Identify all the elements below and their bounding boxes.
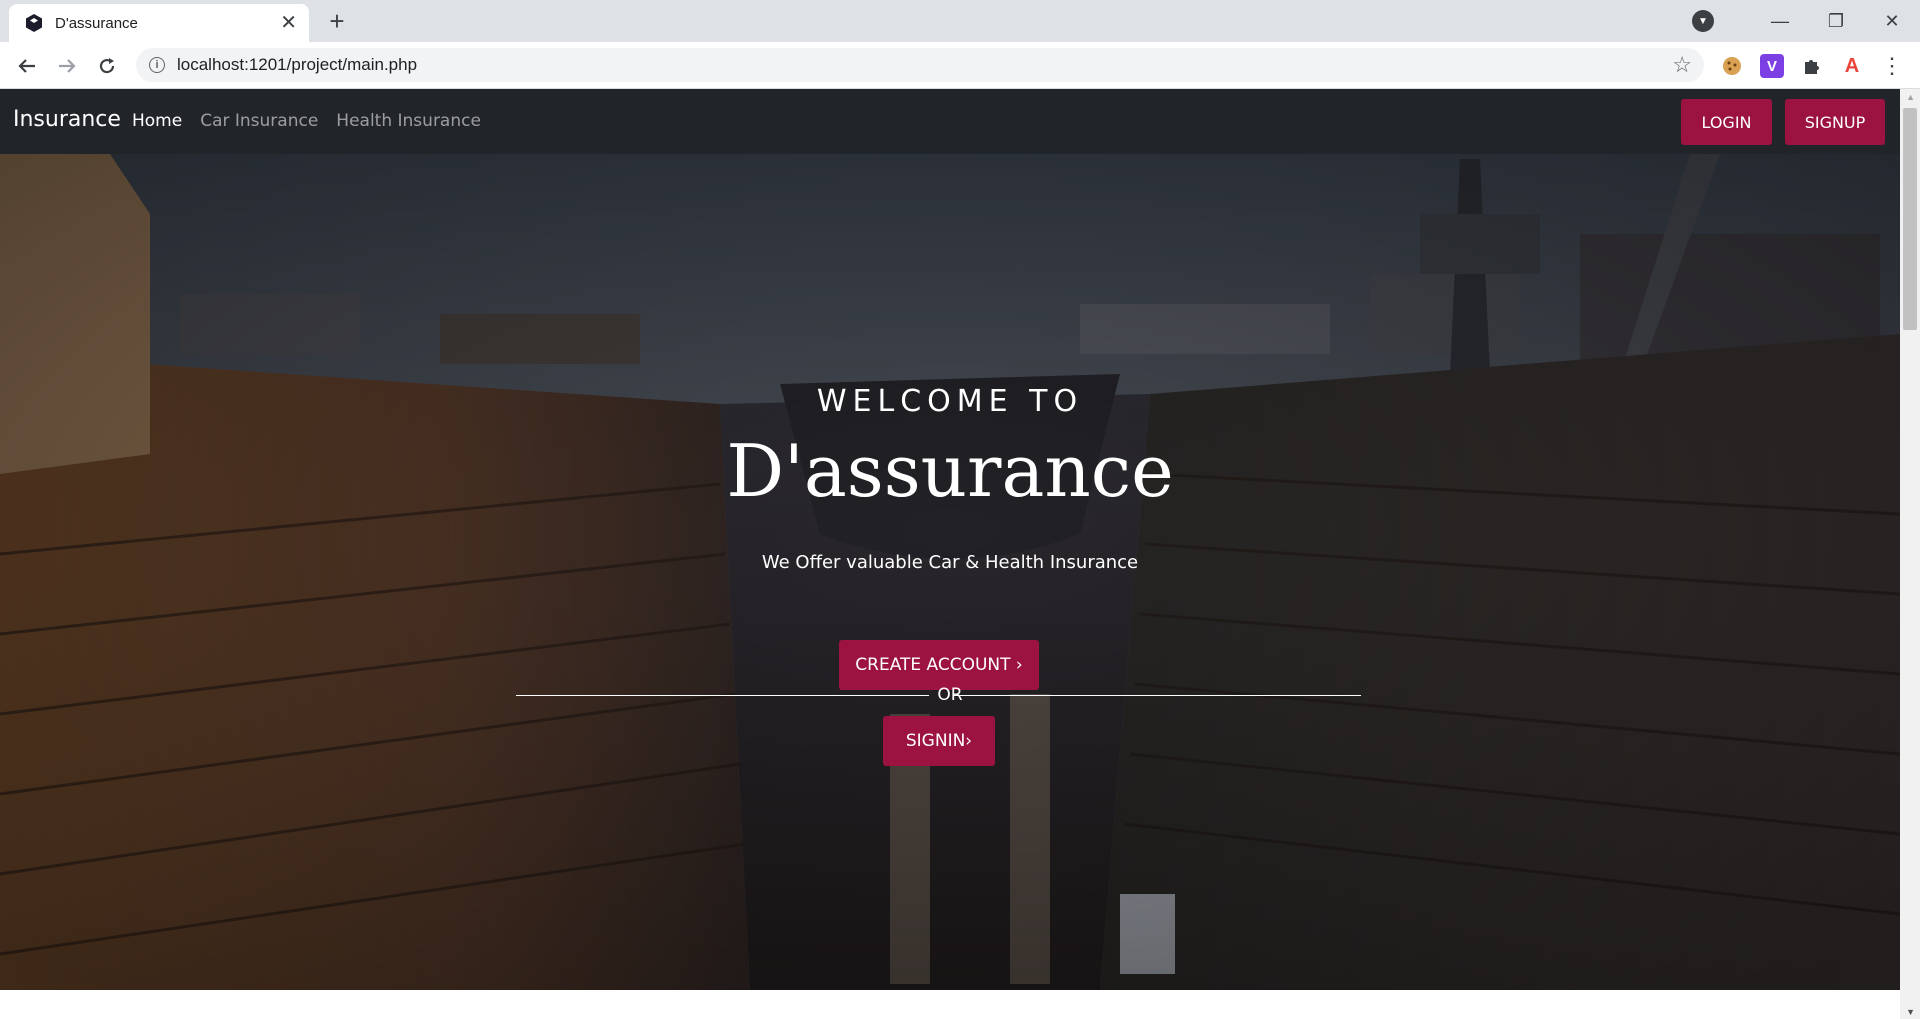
nav-link-home[interactable]: Home [132, 111, 182, 131]
or-text: OR [937, 685, 963, 705]
scroll-down-arrow-icon[interactable]: ▼ [1906, 1007, 1915, 1017]
signup-button[interactable]: SIGNUP [1785, 99, 1885, 145]
reload-icon[interactable] [91, 50, 123, 82]
nav-link-health-insurance[interactable]: Health Insurance [336, 111, 481, 131]
create-account-button[interactable]: CREATE ACCOUNT › [839, 640, 1039, 690]
vimeo-extension-icon[interactable]: V [1760, 54, 1784, 78]
navbar-brand[interactable]: Insurance [13, 107, 121, 132]
url-text[interactable]: localhost:1201/project/main.php [177, 55, 1672, 75]
login-button[interactable]: LOGIN [1681, 99, 1772, 145]
hero-section: WELCOME TO D'assurance We Offer valuable… [0, 154, 1900, 990]
page-viewport: Insurance Home Car Insurance Health Insu… [0, 89, 1900, 1019]
tab-title: D'assurance [55, 14, 138, 32]
hero-content: WELCOME TO D'assurance We Offer valuable… [0, 154, 1900, 990]
browser-tab[interactable]: D'assurance ✕ [9, 4, 309, 42]
puzzle-icon[interactable] [1800, 54, 1824, 78]
scroll-up-arrow-icon[interactable]: ▲ [1906, 92, 1915, 102]
signin-button[interactable]: SIGNIN› [883, 716, 995, 766]
font-a-icon[interactable]: A [1840, 54, 1864, 78]
tab-close-icon[interactable]: ✕ [280, 13, 297, 33]
kebab-menu-icon[interactable]: ⋮ [1880, 53, 1904, 78]
cookie-icon[interactable] [1720, 54, 1744, 78]
star-icon[interactable]: ☆ [1672, 52, 1692, 78]
restore-button[interactable]: ❐ [1808, 0, 1864, 42]
back-arrow-icon[interactable] [11, 50, 43, 82]
minimize-button[interactable]: — [1752, 0, 1808, 42]
close-window-button[interactable]: ✕ [1864, 0, 1920, 42]
browser-tab-bar: D'assurance ✕ + ▼ — ❐ ✕ [0, 0, 1920, 42]
hero-welcome-text: WELCOME TO [816, 384, 1084, 419]
site-navbar: Insurance Home Car Insurance Health Insu… [0, 89, 1900, 154]
browser-toolbar: i localhost:1201/project/main.php ☆ V A … [0, 42, 1920, 89]
new-tab-button[interactable]: + [322, 6, 352, 36]
hero-tagline: We Offer valuable Car & Health Insurance [761, 552, 1139, 573]
address-bar[interactable]: i localhost:1201/project/main.php ☆ [136, 48, 1704, 82]
tab-search-icon[interactable]: ▼ [1692, 10, 1714, 32]
site-favicon-icon [23, 12, 45, 34]
hero-headline: D'assurance [726, 429, 1174, 513]
scrollbar-thumb[interactable] [1903, 108, 1917, 330]
site-info-icon[interactable]: i [149, 57, 165, 73]
nav-link-car-insurance[interactable]: Car Insurance [200, 111, 318, 131]
forward-arrow-icon[interactable] [51, 50, 83, 82]
